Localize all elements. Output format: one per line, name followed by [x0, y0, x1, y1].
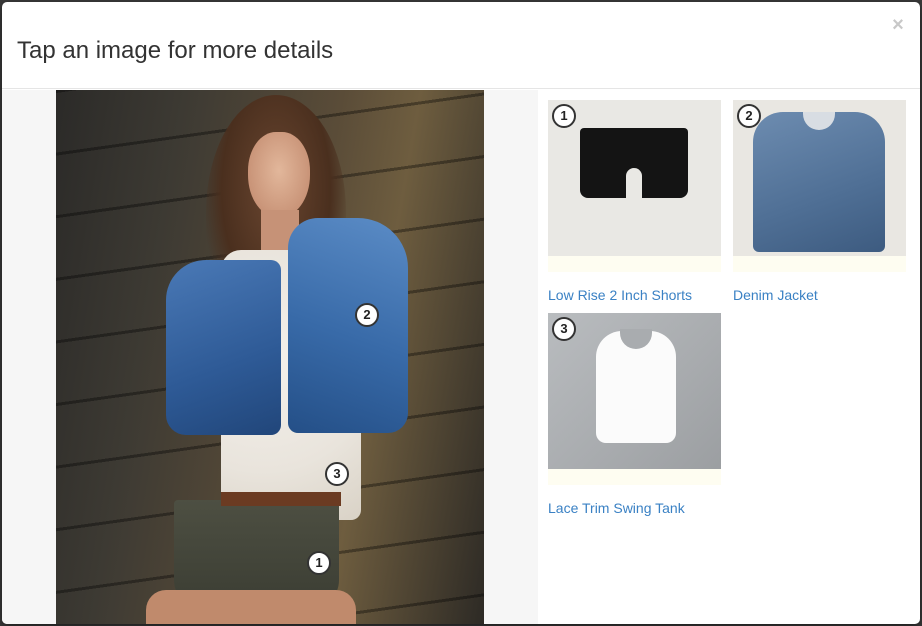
image-bottom-strip — [733, 256, 906, 272]
product-image-jacket[interactable]: 2 — [733, 100, 906, 272]
product-image-shorts[interactable]: 1 — [548, 100, 721, 272]
product-link-shorts[interactable]: Low Rise 2 Inch Shorts — [548, 286, 723, 304]
hotspot-low-rise-shorts[interactable]: 1 — [307, 551, 331, 575]
lookbook-photo — [56, 90, 484, 624]
product-link-jacket[interactable]: Denim Jacket — [733, 286, 908, 304]
photo-jacket-left — [166, 260, 281, 435]
close-button[interactable]: × — [891, 15, 905, 35]
modal-title: Tap an image for more details — [17, 37, 334, 64]
product-card: 1 Low Rise 2 Inch Shorts — [548, 100, 723, 304]
product-image-tank[interactable]: 3 — [548, 313, 721, 485]
hotspot-denim-jacket[interactable]: 2 — [355, 303, 379, 327]
shorts-image — [580, 128, 688, 198]
product-number-badge: 2 — [737, 104, 761, 128]
tank-image — [596, 329, 676, 443]
product-details-modal: Tap an image for more details × 2 3 1 1 … — [2, 2, 920, 624]
product-card: 3 Lace Trim Swing Tank — [548, 313, 723, 517]
photo-belt — [221, 492, 341, 506]
image-bottom-strip — [548, 469, 721, 485]
hotspot-lace-trim-swing-tank[interactable]: 3 — [325, 462, 349, 486]
product-number-badge: 1 — [552, 104, 576, 128]
photo-jacket-right — [288, 218, 408, 433]
photo-legs — [146, 590, 356, 624]
modal-header: Tap an image for more details × — [2, 2, 920, 89]
lookbook-photo-pane: 2 3 1 — [2, 90, 538, 624]
photo-face — [248, 132, 310, 218]
jacket-image — [753, 112, 885, 252]
image-bottom-strip — [548, 256, 721, 272]
product-card: 2 Denim Jacket — [733, 100, 908, 304]
product-link-tank[interactable]: Lace Trim Swing Tank — [548, 499, 723, 517]
product-number-badge: 3 — [552, 317, 576, 341]
